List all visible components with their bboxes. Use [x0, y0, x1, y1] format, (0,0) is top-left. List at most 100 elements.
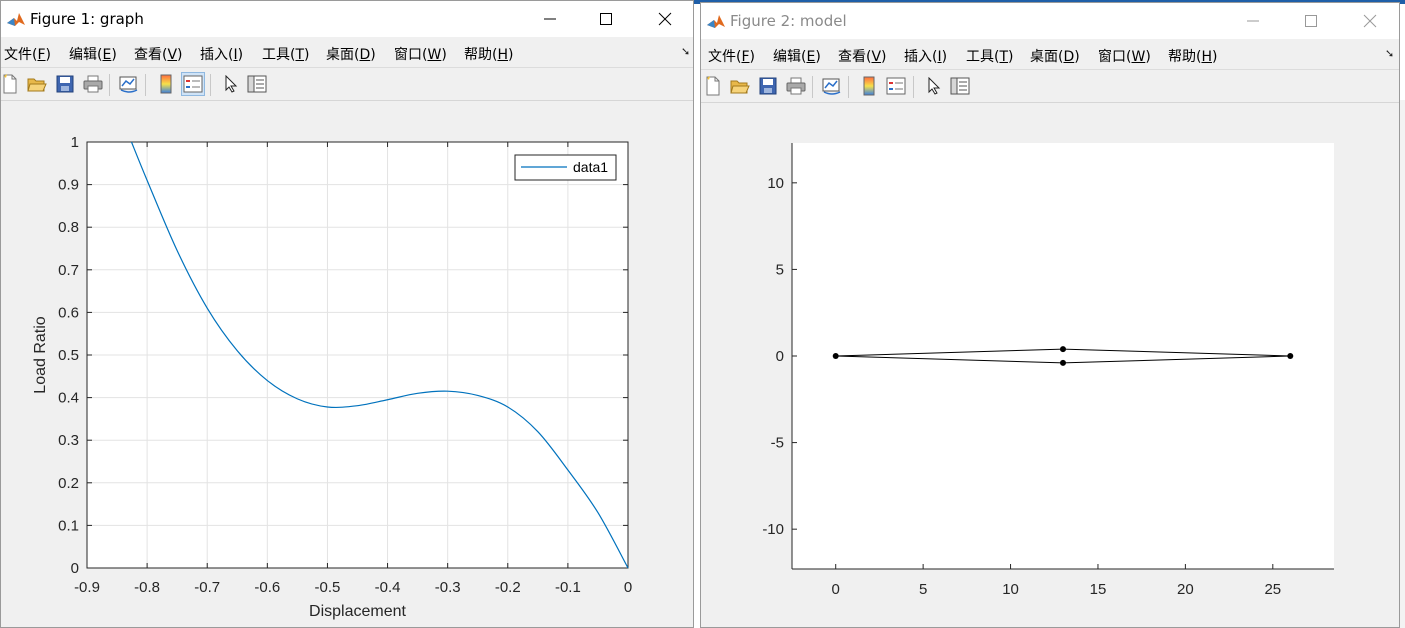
truss-node [1060, 359, 1066, 366]
save-icon [56, 75, 74, 93]
minimize-icon [1247, 20, 1259, 22]
matlab-logo-icon [7, 13, 25, 26]
y-tick-label: 0.4 [58, 390, 79, 407]
y-tick-label: 5 [776, 261, 784, 278]
figure1-toolbar [1, 67, 693, 101]
figure2-toolbar [701, 69, 1399, 103]
maximize-icon [600, 13, 612, 25]
menu-item[interactable]: 帮助(H) [1168, 46, 1217, 66]
truss-node [1287, 353, 1294, 359]
x-tick-label: 20 [1177, 581, 1194, 598]
legend: data1 [514, 154, 617, 181]
figure1-window: Figure 1: graph ➘ 文件(F) 编辑(E) 查看(V) 插入(I) 工具… [0, 0, 694, 628]
x-tick-label: 25 [1264, 581, 1281, 598]
save-button[interactable] [53, 72, 77, 96]
link-plot-icon [118, 74, 140, 94]
figure2-plot-area: 0 5 10 15 20 25 -10 -5 0 5 10 [701, 103, 1399, 627]
toolbar-separator [848, 76, 849, 98]
y-tick-label: 1 [71, 134, 79, 151]
figure1-plot-area: -0.9 -0.8 -0.7 -0.6 -0.5 -0.4 -0.3 -0.2 -0.1 0 0 0.… [1, 101, 693, 627]
print-button[interactable] [784, 74, 808, 98]
y-tick-label: 10 [767, 175, 784, 192]
pointer-button[interactable] [922, 74, 946, 98]
y-tick-label: 0.2 [58, 475, 79, 492]
save-button[interactable] [756, 74, 780, 98]
figure2-title: Figure 2: model [730, 12, 847, 30]
y-tick-label: -10 [762, 521, 784, 538]
y-tick-label: 0.6 [58, 304, 79, 321]
menu-item[interactable]: 编辑(E) [69, 44, 117, 64]
matlab-logo-icon [707, 15, 725, 28]
menu-item[interactable]: 窗口(W) [394, 44, 447, 64]
close-button[interactable] [1347, 3, 1393, 39]
x-tick-label: -0.1 [555, 579, 581, 596]
colorbar-button[interactable] [154, 72, 178, 96]
menu-item[interactable]: 查看(V) [838, 46, 887, 66]
menu-item[interactable]: 文件(F) [4, 44, 51, 64]
x-tick-label: 15 [1090, 581, 1107, 598]
figure2-window: Figure 2: model ➘ 文件(F) 编辑(E) 查看(V) 插入(I) 工具… [700, 2, 1400, 628]
new-file-button[interactable] [701, 74, 725, 98]
pointer-button[interactable] [219, 72, 243, 96]
y-tick-label: 0.1 [58, 517, 79, 534]
new-file-button[interactable] [0, 72, 22, 96]
y-tick-label: -5 [771, 435, 784, 452]
x-axis-label: Displacement [309, 603, 406, 620]
toolbar-separator [210, 74, 211, 96]
toolbar-separator [812, 76, 813, 98]
menu-item[interactable]: 桌面(D) [1030, 46, 1080, 66]
colorbar-button[interactable] [857, 74, 881, 98]
menu-item[interactable]: 插入(I) [904, 46, 947, 66]
link-plot-icon [821, 76, 843, 96]
minimize-button[interactable] [1230, 3, 1276, 39]
print-button[interactable] [81, 72, 105, 96]
save-icon [759, 77, 777, 95]
menu-overflow-icon[interactable]: ➘ [681, 45, 690, 58]
new-file-icon [704, 76, 722, 96]
legend-label: data1 [573, 159, 608, 175]
maximize-icon [1305, 15, 1317, 27]
menu-item[interactable]: 插入(I) [200, 44, 243, 64]
open-file-button[interactable] [728, 74, 752, 98]
menu-item[interactable]: 编辑(E) [773, 46, 821, 66]
legend-button[interactable] [181, 72, 205, 96]
menu-item[interactable]: 窗口(W) [1098, 46, 1151, 66]
maximize-button[interactable] [1288, 3, 1334, 39]
menu-item[interactable]: 工具(T) [966, 46, 1014, 66]
figure1-menubar: ➘ 文件(F) 编辑(E) 查看(V) 插入(I) 工具(T) 桌面(D) 窗口(W) 帮助(… [1, 37, 693, 67]
x-tick-label: 0 [832, 581, 840, 598]
y-tick-label: 0.5 [58, 347, 79, 364]
load-displacement-chart: -0.9 -0.8 -0.7 -0.6 -0.5 -0.4 -0.3 -0.2 -0.1 0 0 0.… [32, 134, 632, 620]
y-tick-label: 0 [71, 560, 79, 577]
legend-button[interactable] [884, 74, 908, 98]
close-icon [658, 12, 672, 26]
y-tick-label: 0.3 [58, 432, 79, 449]
menu-overflow-icon[interactable]: ➘ [1385, 47, 1394, 60]
property-editor-icon [247, 75, 267, 93]
x-tick-label: -0.4 [375, 579, 401, 596]
menu-item[interactable]: 工具(T) [262, 44, 310, 64]
x-tick-label: -0.7 [194, 579, 220, 596]
menu-item[interactable]: 文件(F) [708, 46, 755, 66]
figure2-titlebar[interactable]: Figure 2: model [701, 3, 1399, 39]
pointer-icon [224, 75, 238, 93]
link-plot-button[interactable] [117, 72, 141, 96]
open-file-button[interactable] [25, 72, 49, 96]
minimize-button[interactable] [527, 1, 573, 37]
property-editor-button[interactable] [245, 72, 269, 96]
truss-model-chart: 0 5 10 15 20 25 -10 -5 0 5 10 [762, 143, 1334, 598]
link-plot-button[interactable] [820, 74, 844, 98]
open-file-icon [730, 77, 750, 95]
menu-item[interactable]: 帮助(H) [464, 44, 513, 64]
menu-item[interactable]: 桌面(D) [326, 44, 376, 64]
property-editor-button[interactable] [948, 74, 972, 98]
x-tick-label: 0 [624, 579, 632, 596]
maximize-button[interactable] [583, 1, 629, 37]
x-tick-label: -0.6 [254, 579, 280, 596]
legend-icon [183, 75, 203, 93]
figure1-titlebar[interactable]: Figure 1: graph [1, 1, 693, 37]
close-button[interactable] [642, 1, 688, 37]
toolbar-separator [913, 76, 914, 98]
menu-item[interactable]: 查看(V) [134, 44, 183, 64]
x-tick-label: 10 [1002, 581, 1019, 598]
